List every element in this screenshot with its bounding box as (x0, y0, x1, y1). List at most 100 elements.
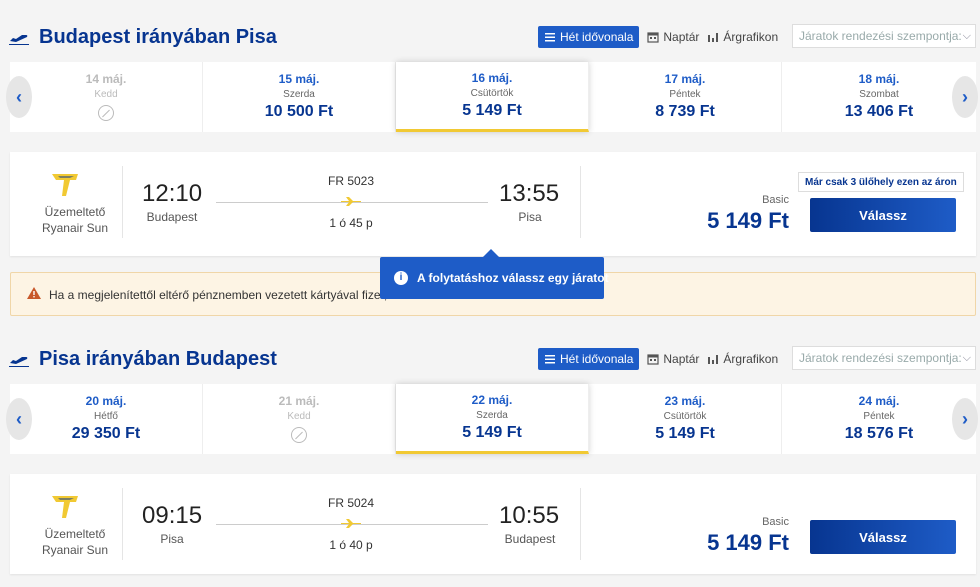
prev-dates-button[interactable]: ‹ (6, 76, 32, 118)
view-tabs: Hét idővonala Naptár Árgrafikon (538, 26, 786, 48)
plane-departure-icon (9, 35, 29, 45)
date-label: 22 máj. (471, 393, 513, 407)
sort-select[interactable]: Járatok rendezési szempontja: ⌵ (792, 24, 976, 48)
date-price: 10 500 Ft (264, 103, 334, 120)
date-price: 5 149 Ft (462, 424, 522, 441)
date-price: 5 149 Ft (655, 425, 715, 442)
plane-icon (341, 197, 361, 206)
tab-week-label: Hét idővonala (560, 352, 634, 366)
flight-duration: 1 ó 45 p (329, 216, 373, 230)
chevron-right-icon: › (962, 86, 968, 107)
ryanair-harp-logo (52, 496, 78, 518)
date-price: 29 350 Ft (71, 425, 141, 442)
date-cell-selected[interactable]: 16 máj. Csütörtök 5 149 Ft (396, 62, 589, 132)
chevron-left-icon: ‹ (16, 86, 22, 107)
date-cell[interactable]: 20 máj. Hétfő 29 350 Ft (10, 384, 203, 454)
inbound-date-bar: ‹ 20 máj. Hétfő 29 350 Ft 21 máj. Kedd 2… (6, 384, 978, 454)
flight-number: FR 5024 (327, 496, 375, 510)
date-label: 17 máj. (664, 72, 706, 86)
date-label: 18 máj. (858, 72, 900, 86)
warning-icon (27, 287, 41, 299)
date-price: 18 576 Ft (844, 425, 914, 442)
list-icon (545, 33, 555, 42)
warning-text: Ha a megjelenítettől eltérő pénznemben v… (49, 288, 398, 302)
next-dates-button[interactable]: › (952, 398, 978, 440)
operator-name: Ryanair Sun (41, 543, 109, 557)
weekday-label: Péntek (863, 411, 895, 422)
list-icon (545, 355, 555, 364)
outbound-header: Budapest irányában Pisa Hét idővonala Na… (0, 24, 980, 54)
date-cell: 21 máj. Kedd (203, 384, 396, 454)
weekday-label: Szerda (283, 89, 315, 100)
inbound-flight-card[interactable]: Üzemeltető Ryanair Sun 09:15 Pisa FR 502… (10, 474, 976, 574)
date-price: 5 149 Ft (462, 102, 522, 119)
chevron-down-icon: ⌵ (962, 352, 971, 364)
chevron-left-icon: ‹ (16, 408, 22, 429)
calendar-icon (647, 354, 659, 365)
arrival-city: Budapest (504, 532, 556, 546)
view-tabs: Hét idővonala Naptár Árgrafikon (538, 348, 786, 370)
departure-time: 12:10 (142, 180, 203, 207)
date-cell[interactable]: 18 máj. Szombat 13 406 Ft (782, 62, 976, 132)
date-label: 15 máj. (278, 72, 320, 86)
operator-info: Üzemeltető Ryanair Sun (20, 526, 130, 558)
flight-number: FR 5023 (327, 174, 375, 188)
tab-week-timeline[interactable]: Hét idővonala (538, 348, 640, 370)
info-icon: i (394, 271, 408, 285)
sort-select[interactable]: Járatok rendezési szempontja: ⌵ (792, 346, 976, 370)
date-price: 13 406 Ft (844, 103, 914, 120)
flight-price: 5 149 Ft (707, 530, 789, 555)
date-label: 21 máj. (278, 394, 320, 408)
select-flight-button[interactable]: Válassz (810, 520, 956, 554)
date-cell[interactable]: 23 máj. Csütörtök 5 149 Ft (589, 384, 782, 454)
tab-chart-label: Árgrafikon (723, 30, 779, 44)
tab-week-timeline[interactable]: Hét idővonala (538, 26, 640, 48)
select-flight-button[interactable]: Válassz (810, 198, 956, 232)
next-dates-button[interactable]: › (952, 76, 978, 118)
date-cell[interactable]: 15 máj. Szerda 10 500 Ft (203, 62, 396, 132)
tab-chart-label: Árgrafikon (723, 352, 779, 366)
date-label: 16 máj. (471, 71, 513, 85)
divider (122, 166, 123, 238)
inbound-title: Pisa irányában Budapest (39, 348, 277, 370)
date-label: 23 máj. (664, 394, 706, 408)
date-cell[interactable]: 17 máj. Péntek 8 739 Ft (589, 62, 782, 132)
operator-label: Üzemeltető (44, 527, 106, 541)
weekday-label: Csütörtök (663, 411, 707, 422)
ryanair-harp-logo (52, 174, 78, 196)
divider (580, 166, 581, 238)
tab-price-chart[interactable]: Árgrafikon (707, 26, 778, 48)
weekday-label: Kedd (287, 411, 311, 422)
tab-calendar[interactable]: Naptár (647, 348, 699, 370)
sort-placeholder: Járatok rendezési szempontja: (799, 351, 962, 365)
no-flight-icon (291, 427, 307, 443)
date-cell[interactable]: 24 máj. Péntek 18 576 Ft (782, 384, 976, 454)
date-label: 20 máj. (85, 394, 127, 408)
date-cell: 14 máj. Kedd (10, 62, 203, 132)
date-cell-selected[interactable]: 22 máj. Szerda 5 149 Ft (396, 384, 589, 454)
operator-name: Ryanair Sun (41, 221, 109, 235)
departure-time: 09:15 (142, 502, 203, 529)
departure-city: Pisa (160, 532, 184, 546)
tab-calendar-label: Naptár (663, 352, 700, 366)
tab-price-chart[interactable]: Árgrafikon (707, 348, 778, 370)
weekday-label: Szombat (859, 89, 899, 100)
calendar-icon (647, 32, 659, 43)
divider (122, 488, 123, 560)
fare-type: Basic (762, 516, 789, 528)
outbound-title: Budapest irányában Pisa (39, 26, 277, 48)
outbound-date-bar: ‹ 14 máj. Kedd 15 máj. Szerda 10 500 Ft … (6, 62, 978, 132)
tab-week-label: Hét idővonala (560, 30, 634, 44)
weekday-label: Csütörtök (470, 88, 514, 99)
weekday-label: Hétfő (94, 411, 118, 422)
flight-price: 5 149 Ft (707, 208, 789, 233)
sort-placeholder: Járatok rendezési szempontja: (799, 29, 962, 43)
prev-dates-button[interactable]: ‹ (6, 398, 32, 440)
tab-calendar[interactable]: Naptár (647, 26, 699, 48)
plane-departure-icon (9, 357, 29, 367)
outbound-flight-card[interactable]: Üzemeltető Ryanair Sun 12:10 Budapest FR… (10, 152, 976, 256)
bar-chart-icon (708, 33, 719, 42)
inbound-header: Pisa irányában Budapest Hét idővonala Na… (0, 346, 980, 376)
tooltip-text: A folytatáshoz válassz egy járatot (417, 271, 609, 285)
seats-left-badge: Már csak 3 ülőhely ezen az áron (798, 172, 964, 192)
